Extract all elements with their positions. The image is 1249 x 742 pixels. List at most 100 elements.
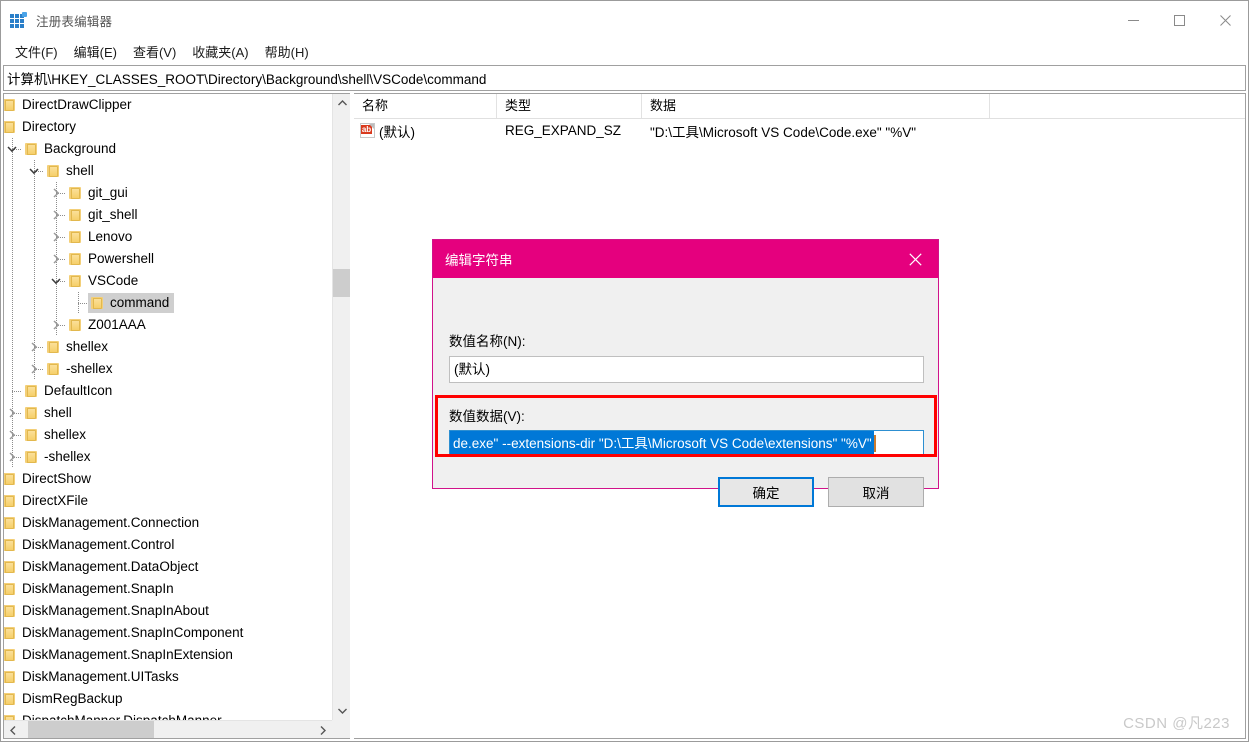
- tree-item-dismregbackup[interactable]: DismRegBackup: [4, 688, 332, 710]
- chevron-right-icon[interactable]: [26, 336, 42, 358]
- chevron-right-icon[interactable]: [4, 402, 20, 424]
- tree-item-background[interactable]: Background: [4, 138, 332, 160]
- tree-item-content[interactable]: DiskManagement.SnapInExtension: [4, 645, 238, 665]
- tree-item-directshow[interactable]: DirectShow: [4, 468, 332, 490]
- tree-item-label: -shellex: [66, 361, 113, 376]
- cancel-button[interactable]: 取消: [828, 477, 924, 507]
- tree-item-diskmanagement-snapincomponent[interactable]: DiskManagement.SnapInComponent: [4, 622, 332, 644]
- chevron-right-icon[interactable]: [48, 248, 64, 270]
- tree-item-directxfile[interactable]: DirectXFile: [4, 490, 332, 512]
- tree-item-diskmanagement-control[interactable]: DiskManagement.Control: [4, 534, 332, 556]
- chevron-right-icon[interactable]: [26, 358, 42, 380]
- tree-item-content[interactable]: -shellex: [44, 359, 118, 379]
- tree-item-content[interactable]: VSCode: [66, 271, 143, 291]
- tree-item-diskmanagement-uitasks[interactable]: DiskManagement.UITasks: [4, 666, 332, 688]
- tree-item-defaulticon[interactable]: DefaultIcon: [4, 380, 332, 402]
- tree-item-content[interactable]: DismRegBackup: [4, 689, 128, 709]
- ok-button[interactable]: 确定: [718, 477, 814, 507]
- tree-horizontal-scrollbar[interactable]: [4, 720, 332, 738]
- tree-item-lenovo[interactable]: Lenovo: [4, 226, 332, 248]
- chevron-down-icon[interactable]: [48, 270, 64, 292]
- tree-item-content[interactable]: DirectDrawClipper: [4, 95, 137, 115]
- tree-item-content[interactable]: git_gui: [66, 183, 133, 203]
- tree-item-content[interactable]: Z001AAA: [66, 315, 151, 335]
- close-icon[interactable]: [1202, 1, 1248, 39]
- tree-item-diskmanagement-snapinextension[interactable]: DiskManagement.SnapInExtension: [4, 644, 332, 666]
- tree-item-shellex[interactable]: shellex: [4, 424, 332, 446]
- tree-item-shellex[interactable]: -shellex: [4, 358, 332, 380]
- tree-item-content[interactable]: Lenovo: [66, 227, 137, 247]
- tree-scroll-thumb[interactable]: [333, 269, 350, 297]
- tree-item-content[interactable]: command: [88, 293, 175, 313]
- tree-item-content[interactable]: shell: [22, 403, 77, 423]
- tree-item-content[interactable]: DiskManagement.UITasks: [4, 667, 184, 687]
- tree-item-git-gui[interactable]: git_gui: [4, 182, 332, 204]
- close-icon[interactable]: [892, 240, 938, 278]
- column-header-type[interactable]: 类型: [497, 94, 642, 118]
- tree-item-shell[interactable]: shell: [4, 160, 332, 182]
- tree-item-content[interactable]: DiskManagement.Control: [4, 535, 179, 555]
- tree-item-diskmanagement-connection[interactable]: DiskManagement.Connection: [4, 512, 332, 534]
- tree-item-diskmanagement-snapinabout[interactable]: DiskManagement.SnapInAbout: [4, 600, 332, 622]
- tree-item-content[interactable]: Powershell: [66, 249, 159, 269]
- tree-item-shellex[interactable]: shellex: [4, 336, 332, 358]
- chevron-right-icon[interactable]: [48, 226, 64, 248]
- chevron-down-icon[interactable]: [26, 160, 42, 182]
- tree-item-content[interactable]: DirectShow: [4, 469, 96, 489]
- tree-vertical-scrollbar[interactable]: [332, 94, 350, 720]
- tree-item-content[interactable]: DiskManagement.SnapIn: [4, 579, 179, 599]
- menu-item-favorites[interactable]: 收藏夹(A): [184, 40, 256, 63]
- scroll-up-icon[interactable]: [333, 94, 350, 112]
- tree-item-content[interactable]: Directory: [4, 117, 81, 137]
- column-header-data[interactable]: 数据: [642, 94, 990, 118]
- tree-item-content[interactable]: Background: [22, 139, 121, 159]
- chevron-right-icon[interactable]: [4, 446, 20, 468]
- tree-item-content[interactable]: DiskManagement.SnapInAbout: [4, 601, 214, 621]
- tree-item-git-shell[interactable]: git_shell: [4, 204, 332, 226]
- chevron-right-icon[interactable]: [4, 424, 20, 446]
- folder-icon: [46, 340, 60, 354]
- tree-item-shellex[interactable]: -shellex: [4, 446, 332, 468]
- value-name-input[interactable]: (默认): [449, 356, 924, 383]
- tree-item-directdrawclipper[interactable]: DirectDrawClipper: [4, 94, 332, 116]
- chevron-down-icon[interactable]: [4, 138, 20, 160]
- menu-item-file[interactable]: 文件(F): [7, 40, 66, 63]
- address-bar[interactable]: 计算机\HKEY_CLASSES_ROOT\Directory\Backgrou…: [3, 65, 1246, 91]
- tree-item-diskmanagement-dataobject[interactable]: DiskManagement.DataObject: [4, 556, 332, 578]
- tree-item-z001aaa[interactable]: Z001AAA: [4, 314, 332, 336]
- scroll-left-icon[interactable]: [4, 721, 22, 738]
- chevron-right-icon[interactable]: [48, 204, 64, 226]
- scroll-right-icon[interactable]: [314, 721, 332, 738]
- menu-item-help[interactable]: 帮助(H): [257, 40, 317, 63]
- tree-item-vscode[interactable]: VSCode: [4, 270, 332, 292]
- value-row[interactable]: ab (默认) REG_EXPAND_SZ "D:\工具\Microsoft VS C…: [354, 119, 1245, 142]
- tree-item-powershell[interactable]: Powershell: [4, 248, 332, 270]
- tree-item-directory[interactable]: Directory: [4, 116, 332, 138]
- tree-item-content[interactable]: DirectXFile: [4, 491, 93, 511]
- tree-item-content[interactable]: DispatchManner.DispatchManner: [4, 711, 227, 720]
- column-header-name[interactable]: 名称: [354, 94, 497, 118]
- chevron-right-icon[interactable]: [48, 314, 64, 336]
- tree-item-dispatchmanner-dispatchmanner[interactable]: DispatchManner.DispatchManner: [4, 710, 332, 720]
- tree-item-content[interactable]: git_shell: [66, 205, 143, 225]
- tree-item-content[interactable]: shellex: [44, 337, 113, 357]
- tree-item-content[interactable]: DiskManagement.SnapInComponent: [4, 623, 248, 643]
- scroll-down-icon[interactable]: [333, 702, 350, 720]
- minimize-icon[interactable]: [1110, 1, 1156, 39]
- chevron-right-icon[interactable]: [48, 182, 64, 204]
- value-data-input[interactable]: de.exe" --extensions-dir "D:\工具\Microsof…: [449, 430, 924, 457]
- tree-item-content[interactable]: DiskManagement.DataObject: [4, 557, 203, 577]
- folder-icon: [68, 230, 82, 244]
- tree-item-diskmanagement-snapin[interactable]: DiskManagement.SnapIn: [4, 578, 332, 600]
- tree-item-content[interactable]: DiskManagement.Connection: [4, 513, 204, 533]
- tree-hscroll-thumb[interactable]: [28, 721, 154, 738]
- maximize-icon[interactable]: [1156, 1, 1202, 39]
- tree-item-command[interactable]: command: [4, 292, 332, 314]
- tree-item-content[interactable]: shellex: [22, 425, 91, 445]
- menu-item-view[interactable]: 查看(V): [125, 40, 184, 63]
- tree-item-shell[interactable]: shell: [4, 402, 332, 424]
- tree-item-content[interactable]: DefaultIcon: [22, 381, 117, 401]
- menu-item-edit[interactable]: 编辑(E): [66, 40, 125, 63]
- tree-item-content[interactable]: -shellex: [22, 447, 96, 467]
- tree-item-content[interactable]: shell: [44, 161, 99, 181]
